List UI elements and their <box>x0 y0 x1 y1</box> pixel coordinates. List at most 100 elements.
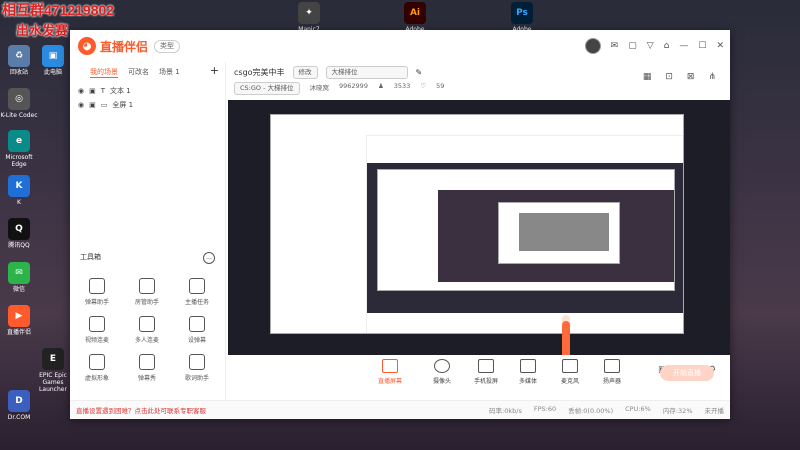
epic-icon: E <box>42 348 64 370</box>
eye-icon[interactable]: ◉ <box>78 87 84 95</box>
support-notice[interactable]: 直播设置遇到困难？点击此处可联系专职客服 <box>76 405 206 415</box>
tool-label: 设弹幕 <box>187 337 206 344</box>
tool-room-manager[interactable]: 房管助手 <box>122 278 172 306</box>
title-bar: ◕ 直播伴侣 类型 ✉ ▢ ▽ ⌂ — ☐ ✕ <box>70 30 730 62</box>
tool-video-link[interactable]: 视频连麦 <box>72 316 122 344</box>
tool-label: 多人连麦 <box>134 337 159 344</box>
avatar[interactable] <box>584 38 601 54</box>
tool-label: 房管助手 <box>134 299 159 306</box>
desktop-label: 此电脑 <box>43 69 62 76</box>
overlay-caption: 出水发赛 <box>16 23 69 38</box>
desktop-computer[interactable]: ▣ 此电脑 <box>34 45 72 76</box>
media-button[interactable]: 多媒体 <box>508 359 548 385</box>
microphone-icon <box>562 359 578 373</box>
desktop-live[interactable]: ▶ 直播伴侣 <box>0 305 38 336</box>
desktop-label: EPIC Epic Games Launcher <box>39 372 67 393</box>
tool-danmaku-helper[interactable]: 弹幕助手 <box>72 278 122 306</box>
nested-left-panel <box>271 135 367 333</box>
brand-icon: ◕ <box>78 37 96 55</box>
tool-danmaku-show[interactable]: 弹幕秀 <box>122 354 172 382</box>
desktop-codec[interactable]: ◎ K-Lite Codec <box>0 88 38 119</box>
camera-button[interactable]: 摄像头 <box>422 359 462 385</box>
k-icon: K <box>8 175 30 197</box>
minimize-icon[interactable]: — <box>679 39 688 53</box>
app-icon: ✦ <box>298 2 320 24</box>
stream-title: csgo完美中丰 <box>234 68 285 77</box>
square-icon[interactable]: ▢ <box>628 39 637 53</box>
close-icon[interactable]: ✕ <box>716 39 724 53</box>
desktop-label: 回收站 <box>9 69 28 76</box>
lock-icon[interactable]: ▣ <box>89 87 96 95</box>
microphone-button[interactable]: 麦克风 <box>550 359 590 385</box>
ai-icon: Ai <box>404 2 426 24</box>
viewers-icon: ♟ <box>377 82 384 90</box>
codec-icon: ◎ <box>8 88 30 110</box>
lock-icon[interactable]: ▣ <box>89 101 96 109</box>
tab-scene-1[interactable]: 场景 1 <box>159 67 180 78</box>
tool-avatar[interactable]: 虚拟形象 <box>72 354 122 382</box>
more-icon[interactable]: … <box>203 252 215 264</box>
type-tag[interactable]: 类型 <box>154 39 181 53</box>
title-bar-actions: ✉ ▢ ▽ ⌂ — ☐ ✕ <box>584 38 724 54</box>
edit-title-button[interactable]: 修改 <box>292 66 318 79</box>
tab-my-scenes[interactable]: 我的场景 <box>90 67 118 78</box>
computer-icon: ▣ <box>42 45 64 67</box>
person-icon <box>139 278 155 294</box>
stat-dropped: 丢帧:0(0.00%) <box>568 407 614 415</box>
desktop-edge[interactable]: e Microsoft Edge <box>0 130 38 168</box>
desktop-drcom[interactable]: D Dr.COM <box>0 390 38 421</box>
desktop-app-manic[interactable]: ✦ Manic7 <box>290 2 328 33</box>
tool-lyrics[interactable]: 歌词助手 <box>172 354 222 382</box>
tool-streamer-tasks[interactable]: 主播任务 <box>172 278 222 306</box>
go-live-button[interactable]: 开始直播 <box>660 365 714 381</box>
media-icon <box>520 359 536 373</box>
source-toolbar: 直播屏幕 摄像头 手机投屏 多媒体 麦克风 扬声器 ▣ ◉ ⚙ <box>228 355 730 393</box>
shirt-icon[interactable]: ⌂ <box>664 39 670 53</box>
mail-icon[interactable]: ✉ <box>611 39 619 53</box>
brand-name: 直播伴侣 <box>100 39 149 54</box>
desktop-wechat[interactable]: ✉ 微信 <box>0 262 38 293</box>
speaker-icon <box>604 359 620 373</box>
brand-logo: ◕ 直播伴侣 类型 <box>78 36 181 56</box>
desktop-epic[interactable]: E EPIC Epic Games Launcher <box>34 348 72 393</box>
nested-window-level-2 <box>377 169 675 291</box>
eye-icon[interactable]: ◉ <box>78 101 84 109</box>
lock-icon[interactable]: ⊠ <box>687 72 695 82</box>
pencil-icon[interactable]: ✎ <box>416 68 423 77</box>
add-scene-button[interactable]: + <box>210 64 219 77</box>
unlock-icon[interactable]: ⊡ <box>665 72 673 82</box>
tool-multi-link[interactable]: 多人连麦 <box>122 316 172 344</box>
phone-icon <box>478 359 494 373</box>
nested-window-level-3 <box>498 202 620 264</box>
streamer-name: 沐晓窝 <box>309 84 330 92</box>
desktop-app-illustrator[interactable]: Ai Adobe <box>396 2 434 33</box>
screen-capture-button[interactable]: 直播屏幕 <box>370 359 410 385</box>
nested-preview-3 <box>519 213 609 251</box>
share-icon[interactable]: ⋔ <box>708 72 716 82</box>
scene-panel: 我的场景 可改名 场景 1 + ◉ ▣ T 文本 1 ◉ ▣ ▭ 全屏 1 工具… <box>70 62 226 418</box>
maximize-icon[interactable]: ☐ <box>698 39 706 53</box>
desktop-qq[interactable]: Q 腾讯QQ <box>0 218 38 249</box>
monitor-icon: ▭ <box>100 101 108 109</box>
desktop-app-photoshop[interactable]: Ps Adobe <box>503 2 541 33</box>
tool-label: 麦克风 <box>560 378 579 385</box>
ps-icon: Ps <box>511 2 533 24</box>
desktop-k-app[interactable]: KK <box>0 175 38 206</box>
source-item[interactable]: ◉ ▣ T 文本 1 <box>70 84 225 98</box>
avatar-icon <box>89 354 105 370</box>
qq-icon: Q <box>8 218 30 240</box>
tab-rename[interactable]: 可改名 <box>128 67 149 78</box>
stat-memory: 内存:32% <box>662 407 693 415</box>
stat-cpu: CPU:6% <box>625 405 651 413</box>
category-selector[interactable]: 大梯排位 <box>325 66 408 79</box>
tool-set-danmaku[interactable]: 设弹幕 <box>172 316 222 344</box>
preview-canvas[interactable] <box>228 100 730 382</box>
desktop-label: K <box>17 199 21 206</box>
game-category[interactable]: CS:GO - 大梯排位 <box>234 82 300 95</box>
source-item[interactable]: ◉ ▣ ▭ 全屏 1 <box>70 98 225 112</box>
filter-icon[interactable]: ▽ <box>647 39 654 53</box>
phone-cast-button[interactable]: 手机投屏 <box>466 359 506 385</box>
desktop-recycle-bin[interactable]: ♻ 回收站 <box>0 45 38 76</box>
layout-icon[interactable]: ▦ <box>643 72 652 82</box>
speaker-button[interactable]: 扬声器 <box>592 359 632 385</box>
